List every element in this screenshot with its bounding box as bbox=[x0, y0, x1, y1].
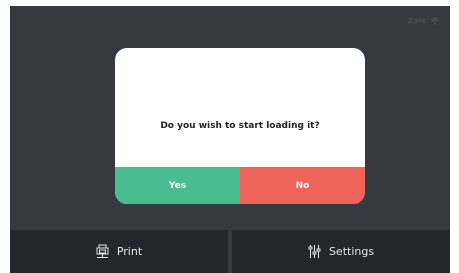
wifi-icon bbox=[430, 17, 440, 25]
no-button[interactable]: No bbox=[240, 167, 365, 204]
printer-icon bbox=[96, 244, 109, 259]
print-nav-button[interactable]: Print bbox=[10, 230, 228, 273]
dialog-actions: Yes No bbox=[115, 167, 365, 204]
printer-screen: Zone Do you wish to start loading it? Ye… bbox=[10, 6, 450, 273]
dialog-message: Do you wish to start loading it? bbox=[160, 121, 320, 131]
sliders-icon bbox=[308, 244, 321, 259]
yes-button[interactable]: Yes bbox=[115, 167, 240, 204]
confirm-dialog: Do you wish to start loading it? Yes No bbox=[115, 48, 365, 204]
print-nav-label: Print bbox=[116, 245, 143, 258]
settings-nav-button[interactable]: Settings bbox=[232, 230, 450, 273]
status-indicator: Zone bbox=[408, 17, 440, 25]
bottom-nav: Print Settings bbox=[10, 230, 450, 273]
status-label: Zone bbox=[408, 17, 426, 25]
settings-nav-label: Settings bbox=[328, 245, 375, 258]
